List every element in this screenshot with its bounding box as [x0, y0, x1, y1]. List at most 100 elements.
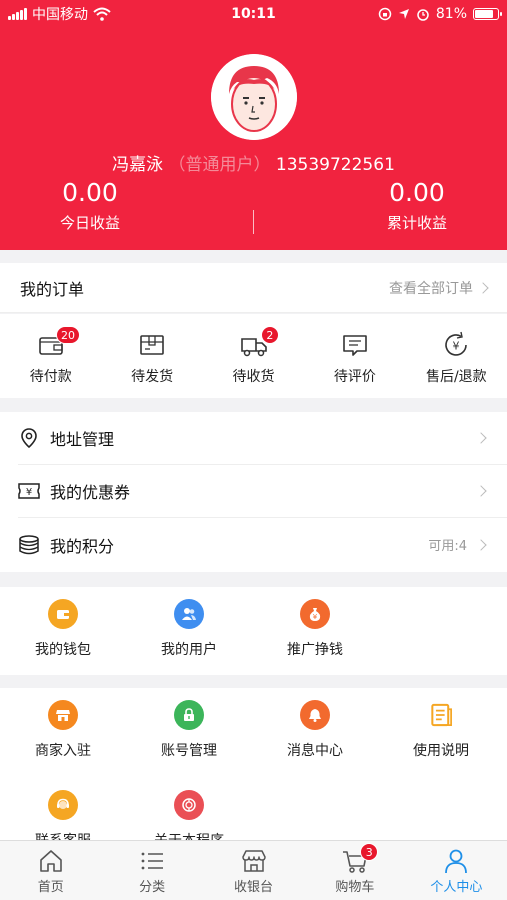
account-management-label: 账号管理 — [161, 743, 217, 759]
chevron-right-icon — [475, 432, 487, 444]
tab-cashier-label: 收银台 — [234, 880, 274, 895]
order-after-sales[interactable]: ¥ 售后/退款 — [406, 314, 507, 398]
svg-text:¥: ¥ — [26, 487, 32, 498]
order-pending-receipt[interactable]: 2 待收货 — [203, 314, 304, 398]
user-role: （普通用户） — [168, 155, 271, 175]
about-app-tile[interactable]: 关于本程序 — [126, 778, 252, 840]
total-earnings-value: 0.00 — [389, 178, 445, 207]
stats-divider — [253, 210, 254, 234]
my-points-label: 我的积分 — [50, 536, 115, 556]
tab-cart[interactable]: 3 购物车 — [304, 841, 405, 900]
total-earnings-label: 累计收益 — [386, 214, 447, 232]
my-users-tile[interactable]: 我的用户 — [126, 587, 252, 675]
tab-cashier[interactable]: 收银台 — [203, 841, 304, 900]
about-app-label: 关于本程序 — [154, 830, 224, 840]
svg-text:¥: ¥ — [313, 613, 318, 621]
chevron-right-icon — [475, 485, 487, 497]
alarm-icon — [417, 9, 429, 21]
points-available: 可用:4 — [428, 539, 467, 554]
avatar-face-icon — [211, 54, 297, 140]
list-icon — [141, 852, 164, 870]
location-pin-icon — [21, 428, 37, 449]
user-name: 冯嘉泳 — [112, 155, 164, 175]
today-earnings-value: 0.00 — [62, 178, 118, 207]
box-icon — [140, 335, 164, 355]
account-management-tile[interactable]: 账号管理 — [126, 688, 252, 778]
tab-home[interactable]: 首页 — [0, 841, 101, 900]
tab-profile[interactable]: 个人中心 — [406, 841, 507, 900]
home-icon — [39, 850, 62, 872]
contact-support-tile[interactable]: 联系客服 — [0, 778, 126, 840]
services-grid: 商家入驻 账号管理 消息中心 使用说明 联系客服 — [0, 688, 507, 840]
order-pending-payment-label: 待付款 — [29, 369, 72, 385]
address-management-label: 地址管理 — [50, 430, 115, 449]
message-center-tile[interactable]: 消息中心 — [252, 688, 378, 778]
comment-icon — [343, 335, 367, 356]
store-icon — [48, 700, 78, 730]
user-guide-tile[interactable]: 使用说明 — [378, 688, 504, 778]
wallet-icon — [48, 599, 78, 629]
my-coupons-label: 我的优惠券 — [50, 483, 131, 502]
my-wallet-label: 我的钱包 — [35, 642, 91, 658]
chevron-right-icon — [477, 281, 489, 294]
tab-home-label: 首页 — [37, 880, 64, 895]
my-wallet-tile[interactable]: 我的钱包 — [0, 587, 126, 675]
profile-header: 冯嘉泳 （普通用户） 13539722561 0.00 今日收益 0.00 累计… — [0, 0, 507, 250]
person-icon — [445, 849, 468, 874]
cart-badge: 3 — [360, 843, 379, 861]
my-users-label: 我的用户 — [161, 642, 217, 658]
today-earnings-label: 今日收益 — [59, 214, 120, 232]
order-after-sales-label: 售后/退款 — [425, 369, 487, 385]
bell-icon — [300, 700, 330, 730]
my-coupons-row[interactable]: ¥ 我的优惠券 — [18, 465, 507, 518]
pending-receipt-badge: 2 — [260, 326, 279, 344]
rotation-lock-icon — [378, 7, 392, 21]
user-phone: 13539722561 — [275, 155, 395, 175]
order-pending-receipt-label: 待收货 — [232, 369, 275, 385]
about-icon — [174, 790, 204, 820]
document-icon — [426, 700, 456, 730]
order-pending-shipment-label: 待发货 — [131, 369, 174, 385]
coupon-icon: ¥ — [18, 483, 40, 499]
tab-category[interactable]: 分类 — [101, 841, 202, 900]
pending-payment-badge: 20 — [56, 326, 80, 344]
battery-percent: 81% — [435, 6, 467, 22]
user-info: 冯嘉泳 （普通用户） 13539722561 — [0, 150, 507, 175]
order-pending-review-label: 待评价 — [333, 369, 376, 385]
coins-stack-icon — [19, 534, 39, 554]
status-bar: 中国移动 10:11 81% — [0, 0, 507, 28]
order-status-bar: 20 待付款 待发货 2 待收货 待评价 ¥ 售后/退款 — [0, 314, 507, 398]
my-orders-title: 我的订单 — [20, 279, 85, 299]
view-all-orders-label: 查看全部订单 — [389, 280, 473, 297]
tab-cart-label: 购物车 — [335, 880, 375, 895]
today-earnings[interactable]: 0.00 今日收益 — [0, 178, 180, 235]
shortcut-grid: 我的钱包 我的用户 ¥ 推广挣钱 — [0, 587, 507, 675]
tab-category-label: 分类 — [139, 880, 166, 895]
money-bag-icon: ¥ — [300, 599, 330, 629]
order-pending-shipment[interactable]: 待发货 — [101, 314, 202, 398]
svg-text:¥: ¥ — [453, 340, 460, 353]
location-arrow-icon — [398, 9, 409, 19]
total-earnings[interactable]: 0.00 累计收益 — [327, 178, 507, 235]
tab-profile-label: 个人中心 — [430, 880, 483, 895]
promote-earn-tile[interactable]: ¥ 推广挣钱 — [252, 587, 378, 675]
user-guide-label: 使用说明 — [413, 743, 469, 759]
store-front-icon — [241, 850, 266, 872]
chevron-right-icon — [475, 538, 487, 551]
merchant-join-label: 商家入驻 — [35, 743, 91, 759]
message-center-label: 消息中心 — [287, 743, 343, 759]
view-all-orders-link[interactable]: 查看全部订单 — [389, 278, 489, 298]
merchant-join-tile[interactable]: 商家入驻 — [0, 688, 126, 778]
users-icon — [174, 599, 204, 629]
my-points-row[interactable]: 我的积分 可用:4 — [18, 518, 507, 571]
battery-icon — [473, 8, 502, 20]
order-pending-review[interactable]: 待评价 — [304, 314, 405, 398]
lock-icon — [174, 700, 204, 730]
promote-earn-label: 推广挣钱 — [287, 642, 343, 658]
my-orders-header: 我的订单 查看全部订单 — [0, 263, 507, 313]
order-pending-payment[interactable]: 20 待付款 — [0, 314, 101, 398]
account-menu-list: 地址管理 ¥ 我的优惠券 我的积分 可用:4 — [0, 412, 507, 572]
address-management-row[interactable]: 地址管理 — [18, 412, 507, 465]
refund-icon: ¥ — [445, 331, 468, 356]
user-avatar[interactable] — [211, 54, 297, 140]
